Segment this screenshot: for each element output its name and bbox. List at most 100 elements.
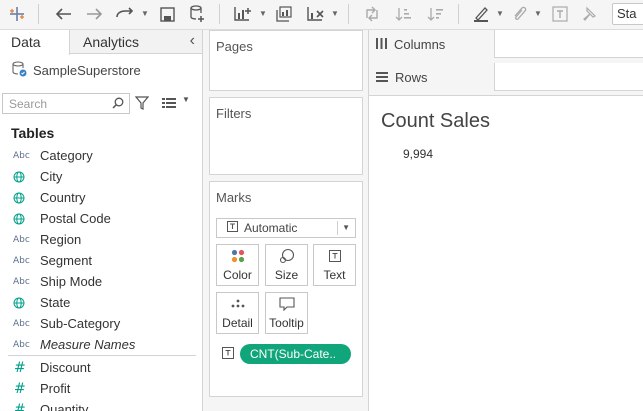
field-label: Quantity [40, 402, 89, 411]
mark-type-label: Automatic [244, 221, 298, 235]
tooltip-button[interactable]: Tooltip [265, 292, 308, 334]
field-label: Country [40, 190, 86, 205]
field-item[interactable]: City [0, 166, 202, 187]
filter-icon[interactable] [134, 96, 150, 113]
field-item[interactable]: Postal Code [0, 208, 202, 229]
size-icon [279, 248, 295, 264]
pages-card[interactable]: Pages [209, 30, 363, 91]
field-label: Measure Names [40, 337, 136, 352]
forward-icon[interactable] [84, 3, 106, 25]
field-label: City [40, 169, 63, 184]
new-worksheet-dropdown-icon[interactable]: ▼ [259, 4, 267, 24]
highlight-icon[interactable] [470, 3, 492, 25]
clear-sheet-icon[interactable] [305, 3, 327, 25]
mark-type-dropdown[interactable]: Automatic ▼ [216, 218, 356, 238]
pin-icon[interactable] [578, 3, 600, 25]
filters-card[interactable]: Filters [209, 97, 363, 175]
detail-button[interactable]: Detail [216, 292, 259, 334]
field-item[interactable]: Abc Ship Mode [0, 271, 202, 292]
back-icon[interactable] [52, 3, 74, 25]
rows-text: Rows [395, 69, 428, 85]
view-options-dropdown-icon[interactable]: ▼ [182, 95, 190, 104]
size-label: Size [274, 268, 299, 282]
field-item[interactable]: # Discount [0, 357, 202, 378]
marks-field-row: CNT(Sub-Cate.. [222, 344, 351, 364]
size-button[interactable]: Size [265, 244, 308, 286]
cards-column: Pages Filters Marks Automatic ▼ Color Si… [203, 30, 368, 411]
field-label: Sub-Category [40, 316, 121, 331]
collapse-pane-icon[interactable]: ‹ [190, 30, 195, 52]
measure-field-icon: # [14, 380, 26, 397]
rows-shelf[interactable]: Rows [369, 63, 643, 91]
toolbar-search-field[interactable]: Sta [612, 3, 643, 25]
toolbar-separator [219, 4, 220, 24]
field-item[interactable]: Abc Region [0, 229, 202, 250]
chevron-down-icon[interactable]: ▼ [342, 223, 350, 232]
view-title[interactable]: Count Sales [381, 110, 490, 133]
string-field-icon: Abc [13, 276, 30, 287]
field-item[interactable]: Abc Segment [0, 250, 202, 271]
swap-icon[interactable] [361, 3, 383, 25]
search-placeholder: Search [9, 97, 48, 111]
tooltip-label: Tooltip [269, 316, 304, 330]
redo-icon[interactable] [114, 3, 136, 25]
field-label: Category [40, 148, 93, 163]
field-item[interactable]: Abc Sub-Category [0, 313, 202, 334]
color-icon [231, 249, 245, 263]
field-label: Segment [40, 253, 93, 268]
redo-dropdown-icon[interactable]: ▼ [141, 4, 149, 24]
sort-descending-icon[interactable] [424, 3, 446, 25]
attach-icon[interactable] [508, 3, 530, 25]
clear-dropdown-icon[interactable]: ▼ [331, 4, 339, 24]
mark-type-icon [227, 221, 238, 235]
field-label: State [40, 295, 71, 310]
measure-field-icon: # [14, 359, 26, 376]
highlight-dropdown-icon[interactable]: ▼ [496, 4, 504, 24]
geo-field-icon [0, 192, 40, 204]
tooltip-icon [278, 297, 295, 311]
color-button[interactable]: Color [216, 244, 259, 286]
tab-analytics[interactable]: Analytics [83, 30, 139, 54]
toolbar-separator [348, 4, 349, 24]
text-icon [328, 249, 341, 263]
datasource-name: SampleSuperstore [33, 62, 141, 78]
view-gap [369, 91, 643, 96]
add-datasource-icon[interactable] [186, 3, 208, 25]
view-options-icon[interactable] [162, 97, 176, 112]
search-icon[interactable] [112, 97, 124, 112]
detail-label: Detail [222, 316, 253, 330]
text-label-icon[interactable] [549, 3, 571, 25]
attach-dropdown-icon[interactable]: ▼ [534, 4, 542, 24]
datasource-icon [11, 60, 33, 80]
tab-data[interactable]: Data [0, 30, 70, 55]
dimension-measure-divider [8, 355, 196, 356]
new-worksheet-icon[interactable] [232, 3, 254, 25]
text-button[interactable]: Text [313, 244, 356, 286]
duplicate-sheet-icon[interactable] [273, 3, 295, 25]
data-pane: Data Analytics ‹ SampleSuperstore Search… [0, 30, 203, 411]
field-item[interactable]: Abc Category [0, 145, 202, 166]
columns-label: Columns [369, 30, 495, 58]
field-item[interactable]: Country [0, 187, 202, 208]
string-field-icon: Abc [13, 255, 30, 266]
field-search-input[interactable]: Search [2, 93, 130, 114]
string-field-icon: Abc [13, 234, 30, 245]
save-icon[interactable] [156, 3, 178, 25]
string-field-icon: Abc [13, 318, 30, 329]
field-item[interactable]: Abc Measure Names [0, 334, 202, 355]
sort-ascending-icon[interactable] [392, 3, 414, 25]
columns-text: Columns [394, 36, 446, 52]
tableau-logo-icon[interactable] [6, 3, 28, 25]
columns-shelf[interactable]: Columns [369, 30, 643, 58]
measure-field-icon: # [14, 401, 26, 411]
field-item[interactable]: State [0, 292, 202, 313]
field-item[interactable]: # Profit [0, 378, 202, 399]
toolbar-separator [458, 4, 459, 24]
field-label: Postal Code [40, 211, 111, 226]
view-value[interactable]: 9,994 [403, 147, 433, 161]
field-pill[interactable]: CNT(Sub-Cate.. [240, 344, 351, 364]
dropdown-separator [337, 221, 338, 235]
field-item[interactable]: # Quantity [0, 399, 202, 411]
datasource[interactable]: SampleSuperstore [11, 60, 141, 80]
text-encoding-icon [222, 346, 234, 362]
